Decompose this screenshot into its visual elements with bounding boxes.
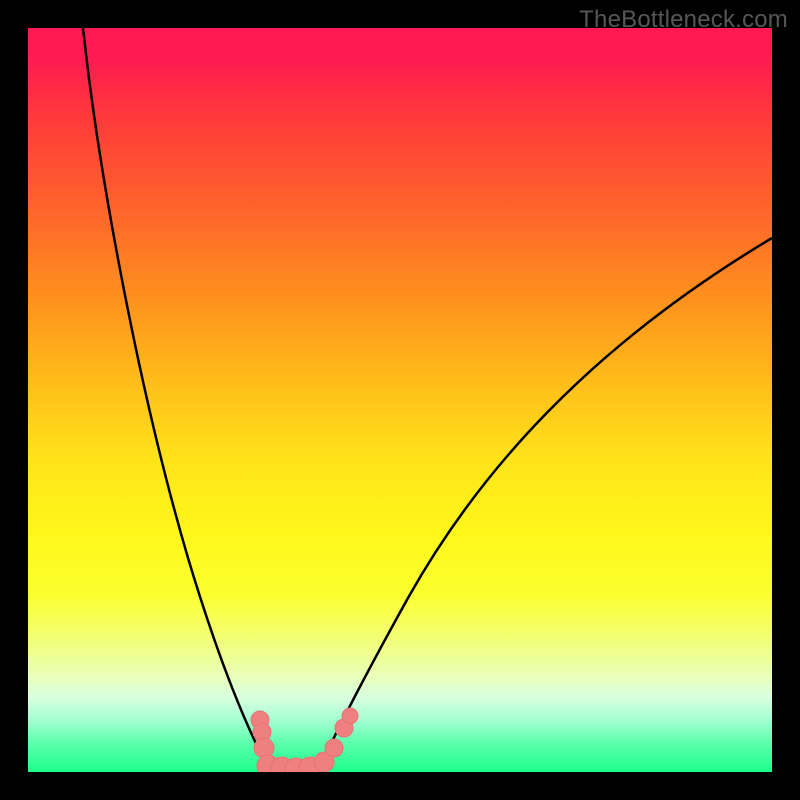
watermark-text: TheBottleneck.com [579,6,788,34]
chart-frame: TheBottleneck.com [0,0,800,800]
curve-left-branch [83,28,268,772]
curve-right-branch [318,238,772,772]
plot-area [28,28,772,772]
curve-layer [28,28,772,772]
bottom-marker-cluster [251,708,358,772]
